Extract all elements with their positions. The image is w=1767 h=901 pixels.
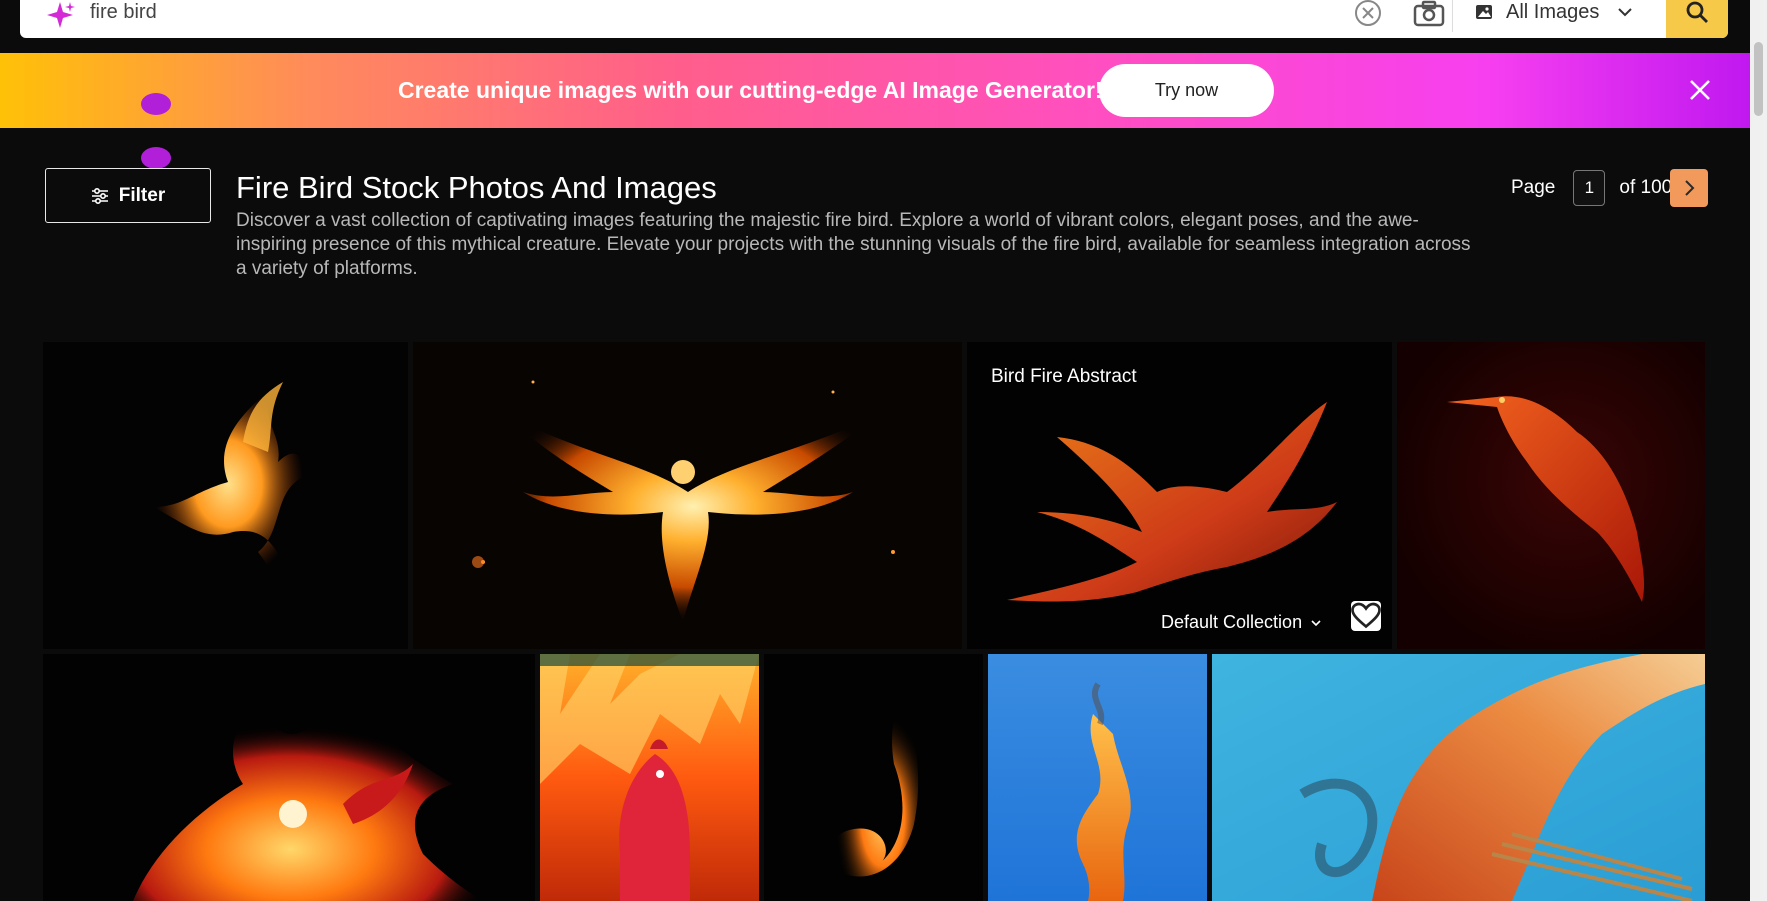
image-type-label: All Images (1506, 0, 1600, 23)
favorite-button[interactable] (1351, 601, 1381, 631)
fire-bird-image (1212, 654, 1705, 901)
decorative-dot (141, 93, 171, 115)
fire-bird-image (967, 342, 1392, 649)
page-total: of 100 (1619, 177, 1673, 198)
fire-bird-image (988, 654, 1207, 901)
filter-button[interactable]: Filter (45, 168, 211, 223)
clear-icon[interactable] (1353, 0, 1383, 28)
chevron-down-icon (1311, 619, 1321, 626)
sparkle-icon (47, 2, 75, 28)
collection-select[interactable]: Default Collection (1161, 612, 1322, 633)
scrollbar-thumb[interactable] (1754, 42, 1763, 116)
image-title: Bird Fire Abstract (991, 366, 1137, 387)
image-tile[interactable] (540, 654, 759, 901)
collection-label: Default Collection (1161, 612, 1303, 632)
search-bar: All Images (20, 0, 1728, 38)
image-tile[interactable] (1397, 342, 1705, 649)
divider (1452, 0, 1453, 32)
image-tile[interactable] (764, 654, 983, 901)
chevron-right-icon (1685, 180, 1695, 196)
page-title: Fire Bird Stock Photos And Images (236, 170, 717, 205)
image-type-select[interactable]: All Images (1474, 0, 1664, 28)
image-tile[interactable] (43, 342, 408, 649)
close-icon[interactable] (1688, 78, 1712, 102)
promo-banner: Create unique images with our cutting-ed… (0, 53, 1750, 128)
pagination: Page 1 of 100 (1511, 169, 1672, 207)
fire-bird-image (43, 342, 408, 649)
search-icon (1686, 1, 1708, 23)
heart-icon (1351, 602, 1381, 629)
next-page-button[interactable] (1670, 169, 1708, 207)
page: All Images Create unique images with our… (0, 0, 1767, 901)
page-label: Page (1511, 177, 1556, 198)
fire-bird-image (413, 342, 962, 649)
image-tile[interactable] (988, 654, 1207, 901)
image-tile[interactable] (1212, 654, 1705, 901)
search-button[interactable] (1666, 0, 1728, 38)
fire-bird-image (764, 654, 983, 901)
decorative-dot (141, 147, 171, 169)
page-number-input[interactable]: 1 (1573, 170, 1606, 206)
search-input[interactable] (90, 0, 1290, 28)
fire-bird-image (43, 654, 535, 901)
promo-text: Create unique images with our cutting-ed… (398, 77, 1103, 103)
camera-icon[interactable] (1412, 0, 1446, 28)
sliders-icon (91, 187, 108, 204)
image-tile[interactable] (43, 654, 535, 901)
image-tile-hovered[interactable]: Bird Fire Abstract Default Collection (967, 342, 1392, 649)
page-description: Discover a vast collection of captivatin… (236, 210, 1471, 279)
filter-label: Filter (118, 184, 166, 206)
chevron-down-icon (1618, 8, 1633, 17)
fire-bird-image (1397, 342, 1705, 649)
try-now-button[interactable]: Try now (1099, 64, 1274, 117)
scrollbar[interactable] (1750, 0, 1767, 901)
fire-bird-image (540, 654, 759, 901)
image-icon (1476, 5, 1492, 19)
image-tile[interactable] (413, 342, 962, 649)
